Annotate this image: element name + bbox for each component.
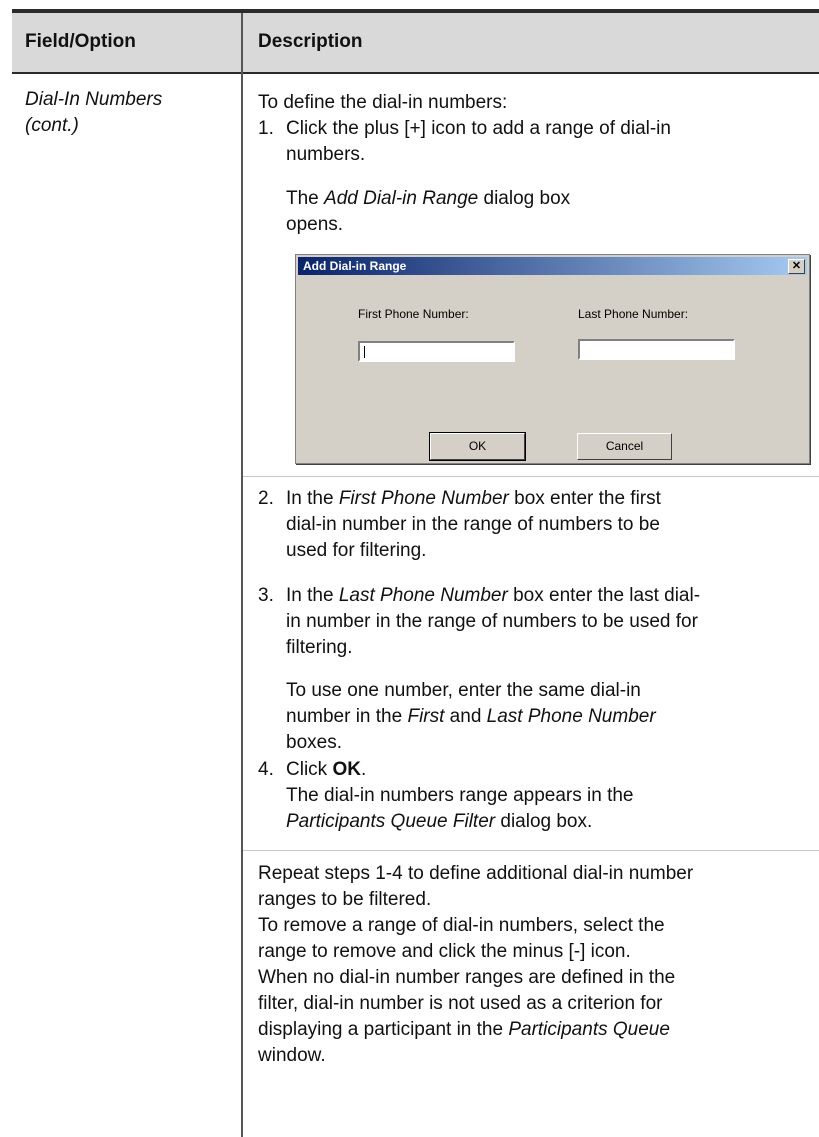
header-field-option: Field/Option: [25, 31, 136, 52]
row-separator: [243, 850, 819, 851]
column-divider: [241, 13, 243, 1137]
first-phone-number-label: First Phone Number:: [358, 307, 469, 321]
field-name-line-1: Dial-In Numbers: [25, 89, 163, 110]
step-4-line-1: Click OK.: [286, 759, 367, 780]
footer-line-3: To remove a range of dial-in numbers, se…: [258, 915, 665, 936]
ok-button[interactable]: OK: [429, 432, 526, 461]
step-2-line-2: dial-in number in the range of numbers t…: [286, 514, 660, 535]
last-phone-number-input[interactable]: [578, 339, 735, 360]
header-description: Description: [258, 31, 363, 52]
dialog-title-bar: Add Dial-in Range ✕: [298, 257, 807, 275]
step-4-line-2: The dial-in numbers range appears in the: [286, 785, 634, 806]
add-dial-in-range-dialog: Add Dial-in Range ✕ First Phone Number: …: [295, 254, 810, 464]
step-2-number: 2.: [258, 488, 274, 509]
close-icon[interactable]: ✕: [788, 259, 805, 274]
row-separator: [243, 476, 819, 477]
step-1-note-line-1: The Add Dial-in Range dialog box: [286, 188, 571, 209]
last-phone-number-label: Last Phone Number:: [578, 307, 689, 321]
footer-line-1: Repeat steps 1-4 to define additional di…: [258, 863, 694, 884]
field-name-line-2: (cont.): [25, 115, 79, 136]
footer-line-2: ranges to be filtered.: [258, 889, 432, 910]
footer-line-6: filter, dial-in number is not used as a …: [258, 993, 663, 1014]
step-4-number: 4.: [258, 759, 274, 780]
cancel-button[interactable]: Cancel: [577, 433, 672, 460]
footer-line-8: window.: [258, 1045, 326, 1066]
step-3-line-2: in number in the range of numbers to be …: [286, 611, 698, 632]
footer-line-7: displaying a participant in the Particip…: [258, 1019, 670, 1040]
step-1-line-2: numbers.: [286, 144, 366, 165]
step-3-note-line-2: number in the First and Last Phone Numbe…: [286, 706, 656, 727]
step-4-line-3: Participants Queue Filter dialog box.: [286, 811, 593, 832]
step-2-line-3: used for filtering.: [286, 540, 427, 561]
step-3-note-line-3: boxes.: [286, 732, 342, 753]
footer-line-5: When no dial-in number ranges are define…: [258, 967, 676, 988]
step-2-line-1: In the First Phone Number box enter the …: [286, 488, 661, 509]
field-name-cell: Dial-In Numbers (cont.): [25, 87, 162, 139]
text-caret: [364, 346, 365, 358]
table-header-rule: [12, 72, 819, 74]
step-1-number: 1.: [258, 118, 274, 139]
intro-text: To define the dial-in numbers:: [258, 92, 508, 113]
step-3-line-3: filtering.: [286, 637, 353, 658]
step-3-note-line-1: To use one number, enter the same dial-i…: [286, 680, 641, 701]
dialog-title: Add Dial-in Range: [303, 259, 407, 273]
first-phone-number-input[interactable]: [358, 341, 515, 362]
step-3-line-1: In the Last Phone Number box enter the l…: [286, 585, 701, 606]
step-3-number: 3.: [258, 585, 274, 606]
step-1-note-line-2: opens.: [286, 214, 344, 235]
footer-line-4: range to remove and click the minus [-] …: [258, 941, 631, 962]
step-1-line-1: Click the plus [+] icon to add a range o…: [286, 118, 671, 139]
